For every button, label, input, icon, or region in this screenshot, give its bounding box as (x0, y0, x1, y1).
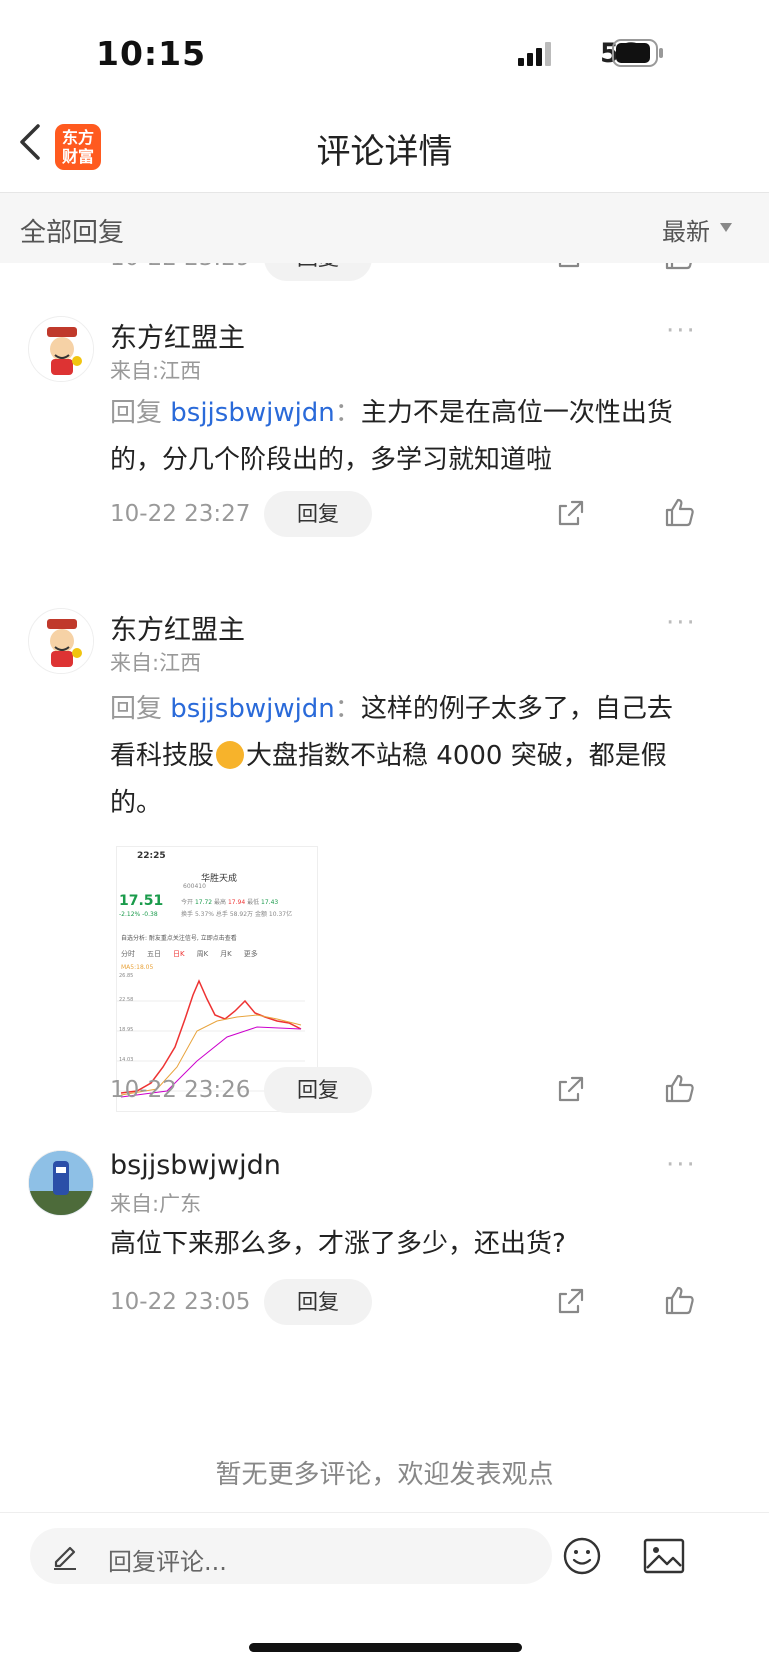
img-tab: 月K (220, 950, 232, 958)
mention-link[interactable]: bsjjsbwjwjdn (170, 694, 335, 724)
comment-time: 10-22 23:26 (110, 1077, 251, 1103)
pencil-icon (54, 1546, 76, 1570)
img-open-label: 今开 (181, 899, 194, 906)
all-replies-label: 全部回复 (20, 218, 125, 248)
share-icon[interactable] (556, 1286, 586, 1316)
battery-icon (612, 39, 663, 67)
img-ma: MA5:18.05 (121, 964, 154, 971)
like-icon[interactable] (664, 497, 696, 529)
reply-button[interactable]: 回复 (264, 491, 372, 537)
location: 来自:广东 (110, 1192, 202, 1216)
img-change: -2.12% -0.38 (119, 911, 158, 918)
end-of-list-text: 暂无更多评论，欢迎发表观点 (215, 1460, 554, 1490)
img-low: 17.43 (261, 899, 279, 906)
location: 来自:江西 (110, 359, 202, 383)
home-indicator[interactable] (249, 1643, 522, 1652)
share-icon[interactable] (556, 1074, 586, 1104)
avatar[interactable] (28, 316, 94, 382)
app-root: 10:15 5G 东方财富 评论详情 10-22 23:29 回复 (0, 0, 769, 1665)
img-price: 17.51 (119, 893, 164, 909)
img-stock-name: 华胜天成 (201, 874, 238, 884)
avatar[interactable] (28, 1150, 94, 1216)
location: 来自:江西 (110, 651, 202, 675)
avatar[interactable] (28, 608, 94, 674)
img-tab: 更多 (243, 950, 258, 958)
img-high-label: 最高 (214, 899, 227, 906)
username[interactable]: bsjjsbwjwjdn (110, 1150, 281, 1181)
img-amount-label: 总手 (215, 911, 228, 918)
comment-text-line2a: 看科技股 (110, 741, 215, 771)
emoji-button-icon[interactable] (562, 1536, 602, 1576)
reply-button[interactable]: 回复 (264, 1279, 372, 1325)
mention-link[interactable]: bsjjsbwjwjdn (170, 398, 335, 428)
img-ytick: 26.85 (119, 973, 134, 979)
emoji-icon (216, 741, 245, 769)
reply-button[interactable]: 回复 (264, 1067, 372, 1113)
img-low-label: 最低 (247, 899, 260, 906)
img-value: 10.37亿 (268, 911, 293, 918)
img-tab: 日K (173, 950, 185, 958)
img-turnover-label: 换手 (181, 911, 194, 918)
comment-text-line1: 这样的例子太多了，自己去 (360, 694, 673, 724)
img-amount: 58.92万 (229, 911, 254, 918)
comment-text-line2b: 大盘指数不站稳 4000 突破，都是假 (246, 741, 667, 771)
comment-text-line3: 的。 (110, 788, 163, 818)
img-tabs: 分时 五日 日K 周K 月K 更多 (121, 949, 258, 959)
like-icon[interactable] (664, 1073, 696, 1105)
sort-dropdown[interactable]: 最新 (662, 212, 710, 247)
comment-body: 回复 bsjjsbwjwjdn：这样的例子太多了，自己去 看科技股 大盘指数不站稳… (110, 686, 730, 827)
reply-prefix: 回复 (110, 694, 163, 724)
img-open: 17.72 (194, 899, 213, 906)
signal-icon (518, 42, 551, 66)
caret-down-icon[interactable] (720, 223, 732, 232)
img-value-label: 金额 (254, 911, 267, 918)
username[interactable]: 东方红盟主 (110, 316, 245, 355)
status-time: 10:15 (96, 34, 207, 73)
img-ytick: 18.95 (119, 1027, 134, 1033)
username[interactable]: 东方红盟主 (110, 608, 245, 647)
more-icon[interactable]: ··· (666, 1150, 697, 1180)
more-icon[interactable]: ··· (666, 608, 697, 638)
img-tab: 周K (196, 950, 209, 958)
like-icon[interactable] (664, 1285, 696, 1317)
img-notice: 自选分析: 耐友重点关注信号, 立即点击查看 (121, 935, 237, 942)
comment-time: 10-22 23:05 (110, 1289, 251, 1315)
img-tab: 分时 (121, 950, 135, 958)
mention-sep: ： (334, 398, 361, 428)
reply-prefix: 回复 (110, 398, 163, 428)
comment-text: 高位下来那么多，才涨了多少，还出货? (110, 1229, 566, 1259)
more-icon[interactable]: ··· (666, 316, 697, 346)
img-time: 22:25 (137, 851, 166, 861)
img-ytick: 14.03 (119, 1057, 134, 1063)
image-button-icon[interactable] (643, 1538, 685, 1574)
reply-input-placeholder[interactable]: 回复评论... (108, 1542, 227, 1577)
comment-body: 回复 bsjjsbwjwjdn：主力不是在高位一次性出货的，分几个阶段出的，多学… (110, 390, 710, 484)
img-turnover: 5.37% (194, 911, 214, 918)
img-stock-code: 600410 (183, 883, 206, 890)
img-tab: 五日 (147, 950, 161, 958)
comment-time: 10-22 23:27 (110, 501, 251, 527)
share-icon[interactable] (556, 498, 586, 528)
page-title: 评论详情 (316, 132, 453, 172)
img-high: 17.94 (227, 899, 246, 906)
img-ytick: 22.58 (119, 997, 134, 1003)
mention-sep: ： (334, 694, 361, 724)
